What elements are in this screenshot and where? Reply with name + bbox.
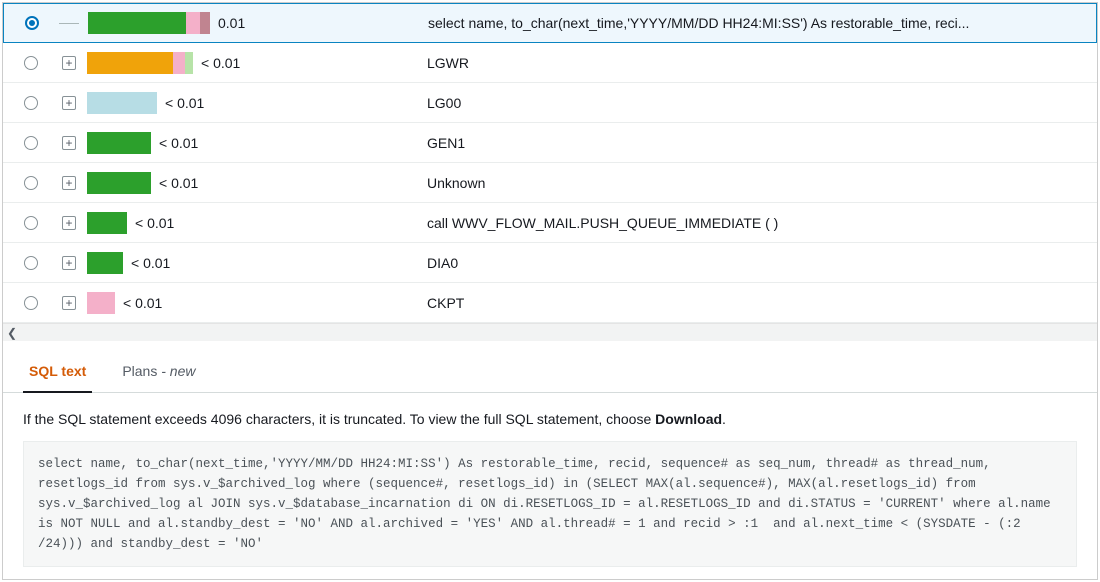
expand-icon[interactable]: + <box>62 176 76 190</box>
bar-segment <box>200 12 210 34</box>
load-metric: < 0.01 <box>123 295 162 311</box>
scroll-left-icon[interactable]: ❮ <box>7 326 17 340</box>
tab-sql-text[interactable]: SQL text <box>23 359 92 393</box>
download-keyword: Download <box>655 411 722 427</box>
row-label[interactable]: DIA0 <box>427 255 458 271</box>
expand-icon[interactable]: + <box>62 216 76 230</box>
load-bar <box>87 132 151 154</box>
load-metric: 0.01 <box>218 15 245 31</box>
table-row[interactable]: + < 0.01 LG00 <box>3 83 1097 123</box>
load-metric: < 0.01 <box>165 95 204 111</box>
expand-icon[interactable]: + <box>62 136 76 150</box>
table-row[interactable]: + < 0.01 call WWV_FLOW_MAIL.PUSH_QUEUE_IMM… <box>3 203 1097 243</box>
horizontal-scrollbar[interactable]: ❮ <box>3 323 1097 341</box>
table-row[interactable]: + < 0.01 LGWR <box>3 43 1097 83</box>
sql-text-box: select name, to_char(next_time,'YYYY/MM/… <box>23 441 1077 567</box>
load-bar <box>87 212 127 234</box>
sql-list: 0.01 select name, to_char(next_time,'YYYY… <box>3 3 1097 323</box>
row-radio[interactable] <box>25 16 39 30</box>
row-label[interactable]: call WWV_FLOW_MAIL.PUSH_QUEUE_IMMEDIATE … <box>427 215 778 231</box>
bar-segment <box>88 12 186 34</box>
table-row[interactable]: + < 0.01 GEN1 <box>3 123 1097 163</box>
load-bar <box>87 252 123 274</box>
row-label[interactable]: LG00 <box>427 95 461 111</box>
bar-segment <box>87 92 157 114</box>
load-bar <box>87 92 157 114</box>
bar-segment <box>186 12 200 34</box>
bar-segment <box>185 52 193 74</box>
row-label[interactable]: GEN1 <box>427 135 465 151</box>
bar-segment <box>87 52 173 74</box>
bar-segment <box>173 52 185 74</box>
tab-plans-label: Plans <box>122 363 157 379</box>
tab-plans[interactable]: Plans - new <box>116 359 201 393</box>
expand-icon[interactable]: + <box>62 56 76 70</box>
tab-plans-new-badge: - new <box>157 363 195 379</box>
bar-segment <box>87 292 115 314</box>
load-bar <box>87 52 193 74</box>
table-row[interactable]: 0.01 select name, to_char(next_time,'YYYY… <box>3 3 1097 43</box>
bar-segment <box>87 252 123 274</box>
truncation-notice: If the SQL statement exceeds 4096 charac… <box>3 393 1097 441</box>
row-label[interactable]: CKPT <box>427 295 464 311</box>
load-bar <box>87 292 115 314</box>
load-metric: < 0.01 <box>131 255 170 271</box>
row-label[interactable]: LGWR <box>427 55 469 71</box>
bar-segment <box>87 132 151 154</box>
row-label[interactable]: select name, to_char(next_time,'YYYY/MM/… <box>428 15 969 31</box>
load-bar <box>88 12 210 34</box>
table-row[interactable]: + < 0.01 CKPT <box>3 283 1097 323</box>
row-radio[interactable] <box>24 56 38 70</box>
row-radio[interactable] <box>24 176 38 190</box>
load-metric: < 0.01 <box>201 55 240 71</box>
bar-segment <box>87 212 127 234</box>
row-radio[interactable] <box>24 96 38 110</box>
table-row[interactable]: + < 0.01 DIA0 <box>3 243 1097 283</box>
row-radio[interactable] <box>24 136 38 150</box>
row-label[interactable]: Unknown <box>427 175 485 191</box>
row-radio[interactable] <box>24 216 38 230</box>
row-radio[interactable] <box>24 296 38 310</box>
load-metric: < 0.01 <box>135 215 174 231</box>
bar-segment <box>87 172 151 194</box>
expand-icon[interactable]: + <box>62 96 76 110</box>
load-metric: < 0.01 <box>159 135 198 151</box>
load-bar <box>87 172 151 194</box>
row-radio[interactable] <box>24 256 38 270</box>
expand-icon[interactable]: + <box>62 296 76 310</box>
load-metric: < 0.01 <box>159 175 198 191</box>
detail-tabs: SQL text Plans - new <box>3 341 1097 393</box>
table-row[interactable]: + < 0.01 Unknown <box>3 163 1097 203</box>
expand-icon[interactable]: + <box>62 256 76 270</box>
